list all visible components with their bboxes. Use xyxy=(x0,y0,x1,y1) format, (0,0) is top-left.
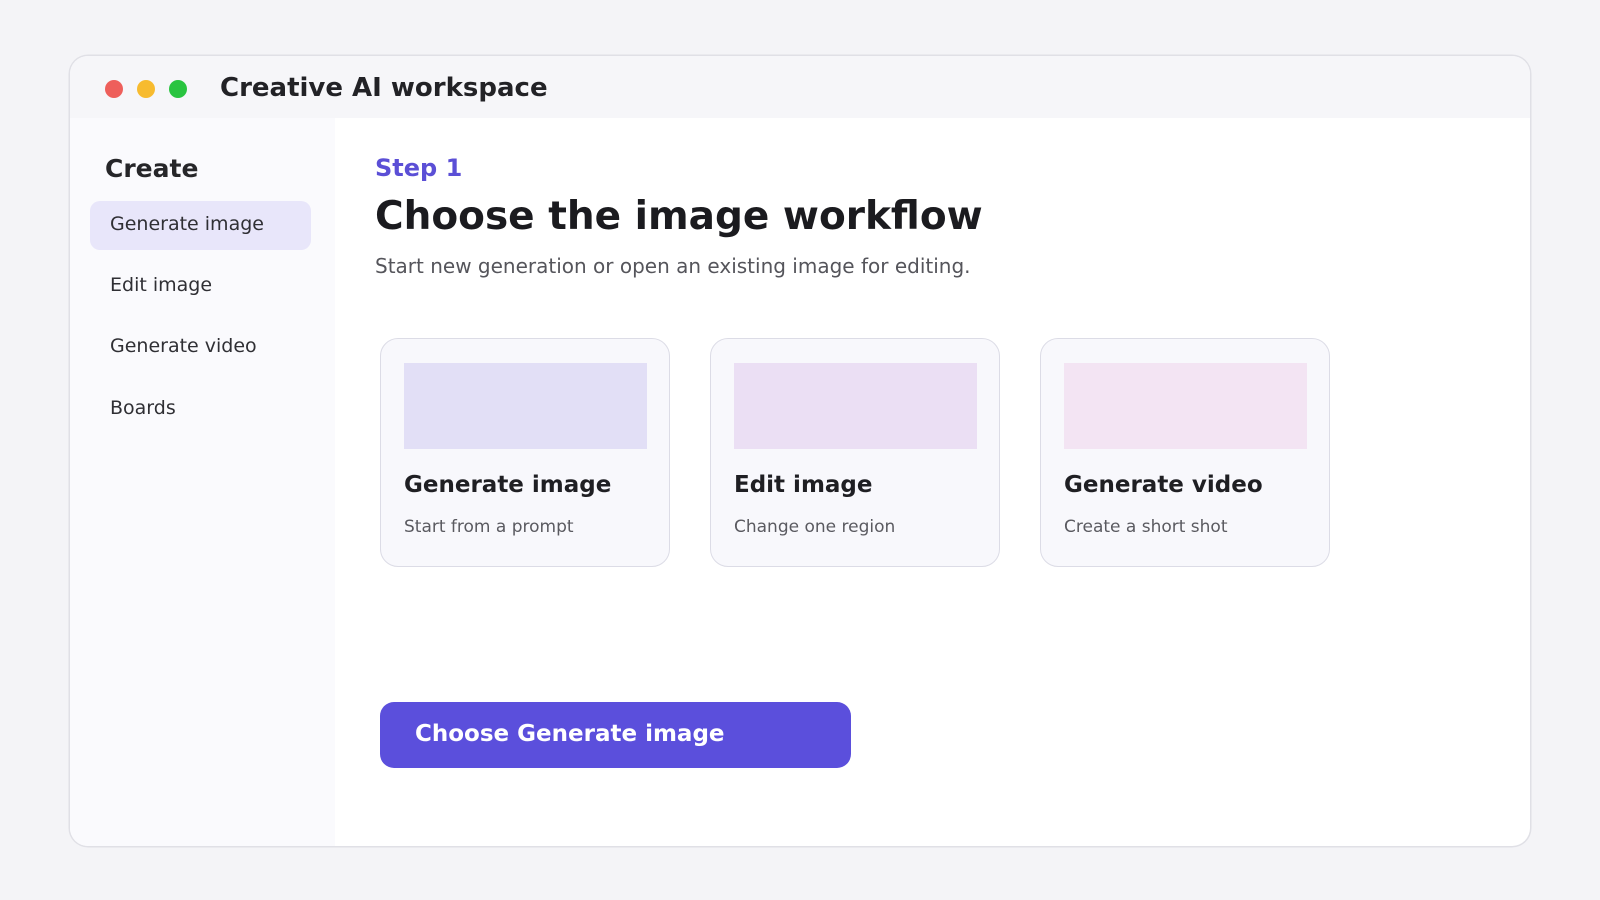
workflow-card-edit-image[interactable]: Edit image Change one region xyxy=(710,338,1000,567)
sidebar-item-label: Generate image xyxy=(110,213,264,235)
card-thumbnail xyxy=(404,363,647,449)
card-title: Generate video xyxy=(1064,472,1263,498)
workflow-card-generate-video[interactable]: Generate video Create a short shot xyxy=(1040,338,1330,567)
sidebar-item-boards[interactable]: Boards xyxy=(90,385,311,434)
card-description: Change one region xyxy=(734,517,896,537)
choose-workflow-button[interactable]: Choose Generate image xyxy=(380,702,851,768)
card-description: Start from a prompt xyxy=(404,517,574,537)
sidebar-heading: Create xyxy=(105,154,199,183)
main-content: Step 1 Choose the image workflow Start n… xyxy=(335,118,1530,846)
sidebar-item-label: Edit image xyxy=(110,274,213,296)
sidebar-item-generate-image[interactable]: Generate image xyxy=(90,201,311,250)
close-window-button[interactable] xyxy=(105,80,123,98)
card-thumbnail xyxy=(1064,363,1307,449)
sidebar-item-label: Generate video xyxy=(110,335,257,357)
card-title: Edit image xyxy=(734,472,873,498)
card-thumbnail xyxy=(734,363,977,449)
sidebar: Create Generate image Edit image Generat… xyxy=(70,118,335,846)
card-title: Generate image xyxy=(404,472,612,498)
step-label: Step 1 xyxy=(375,154,463,182)
title-bar: Creative AI workspace xyxy=(70,56,1530,118)
sidebar-item-edit-image[interactable]: Edit image xyxy=(90,262,311,311)
card-description: Create a short shot xyxy=(1064,517,1228,537)
page-subtitle: Start new generation or open an existing… xyxy=(375,254,971,278)
workflow-card-generate-image[interactable]: Generate image Start from a prompt xyxy=(380,338,670,567)
app-window: Creative AI workspace Create Generate im… xyxy=(70,56,1530,846)
sidebar-item-generate-video[interactable]: Generate video xyxy=(90,323,311,372)
maximize-window-button[interactable] xyxy=(169,80,187,98)
minimize-window-button[interactable] xyxy=(137,80,155,98)
sidebar-item-label: Boards xyxy=(110,397,176,419)
page-title: Choose the image workflow xyxy=(375,194,983,239)
app-title: Creative AI workspace xyxy=(220,73,548,103)
